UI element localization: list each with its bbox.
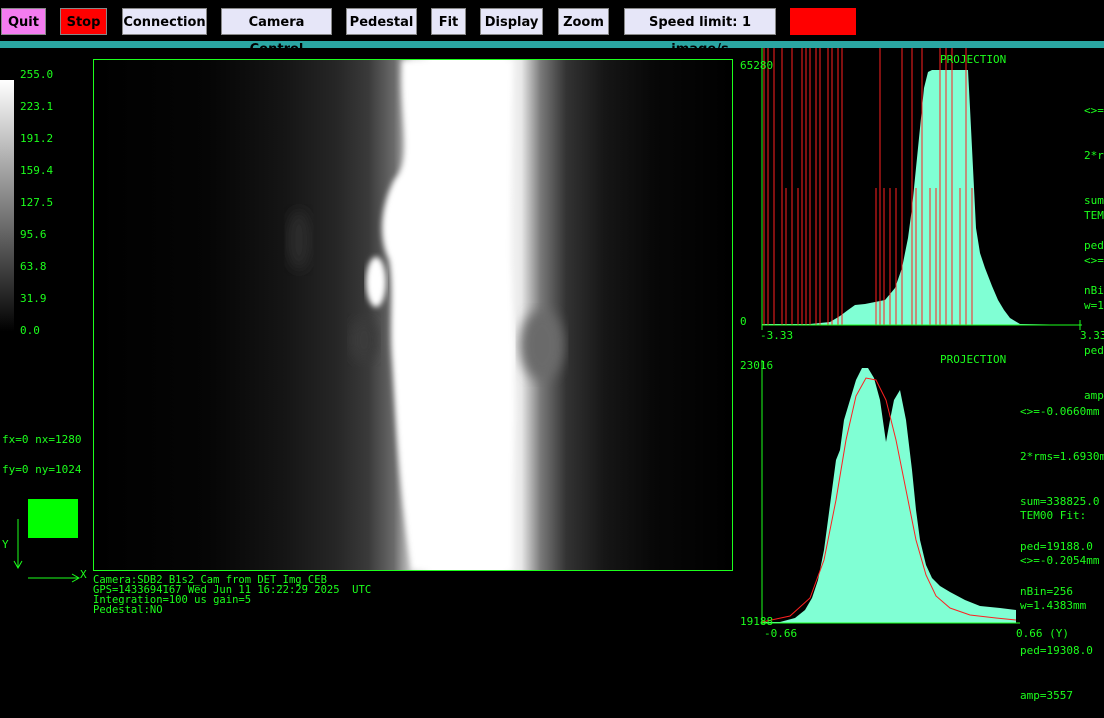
camera-image-canvas [94, 60, 732, 570]
projection-x-plot[interactable] [740, 48, 1104, 348]
stop-button[interactable]: Stop [60, 8, 107, 35]
colorbar [0, 80, 14, 332]
connection-button[interactable]: Connection [122, 8, 207, 35]
speed-limit-button[interactable]: Speed limit: 1 image/s [624, 8, 776, 57]
fit-button[interactable]: Fit [431, 8, 466, 35]
camera-control-button[interactable]: Camera Control [221, 8, 332, 57]
pedestal-info: Pedestal:NO [93, 604, 163, 616]
fit-line: <>= [1084, 254, 1104, 267]
status-indicator-button[interactable] [790, 8, 856, 35]
projection-top-title: PROJECTION [940, 53, 1007, 66]
colorbar-tick: 223.1 [20, 100, 54, 113]
fit-line: amp=3557 [1020, 689, 1073, 702]
quit-button[interactable]: Quit [1, 8, 46, 35]
camera-image[interactable] [93, 59, 733, 571]
toolbar: Quit Stop Connection Camera Control Pede… [0, 0, 1104, 57]
pedestal-button[interactable]: Pedestal [346, 8, 417, 35]
projection-bottom-title: PROJECTION [940, 353, 1007, 366]
display-button[interactable]: Display [480, 8, 543, 35]
fit-line: ped [1084, 344, 1104, 357]
colorbar-tick: 127.5 [20, 196, 54, 209]
axes-orientation-icon [13, 519, 81, 583]
fit-title: TEM00 Fit: [1020, 509, 1087, 522]
stat-line: <>= [1084, 104, 1104, 117]
frame-x-info: fx=0 nx=1280 [2, 433, 82, 446]
frame-y-info: fy=0 ny=1024 [2, 463, 82, 476]
stat-line: 2*rms=1.6930mm [1020, 450, 1104, 463]
projection-bottom-ymax: 23016 [740, 359, 774, 372]
fit-title: TEM [1084, 209, 1104, 222]
stat-line: 2*rms [1084, 149, 1104, 162]
projection-top-xmin: -3.33 [760, 329, 794, 342]
zoom-button[interactable]: Zoom [558, 8, 609, 35]
projection-top-ymin: 0 [740, 315, 747, 328]
fit-line: <>=-0.2054mm [1020, 554, 1100, 567]
colorbar-tick: 191.2 [20, 132, 54, 145]
colorbar-tick: 95.6 [20, 228, 47, 241]
colorbar-tick: 159.4 [20, 164, 54, 177]
fit-line: w=1 [1084, 299, 1104, 312]
projection-bottom-fit: TEM00 Fit: <>=-0.2054mm w=1.4383mm ped=1… [1020, 478, 1099, 718]
colorbar-tick: 31.9 [20, 292, 47, 305]
axis-y-label: Y [2, 538, 9, 551]
colorbar-tick: 255.0 [20, 68, 54, 81]
projection-y-plot[interactable] [740, 360, 1030, 634]
colorbar-tick: 63.8 [20, 260, 47, 273]
axis-x-label: X [80, 568, 87, 581]
fit-line: w=1.4383mm [1020, 599, 1087, 612]
colorbar-tick: 0.0 [20, 324, 40, 337]
stat-line: <>=-0.0660mm [1020, 405, 1100, 418]
fit-line: ped=19308.0 [1020, 644, 1093, 657]
projection-top-ymax: 65280 [740, 59, 774, 72]
